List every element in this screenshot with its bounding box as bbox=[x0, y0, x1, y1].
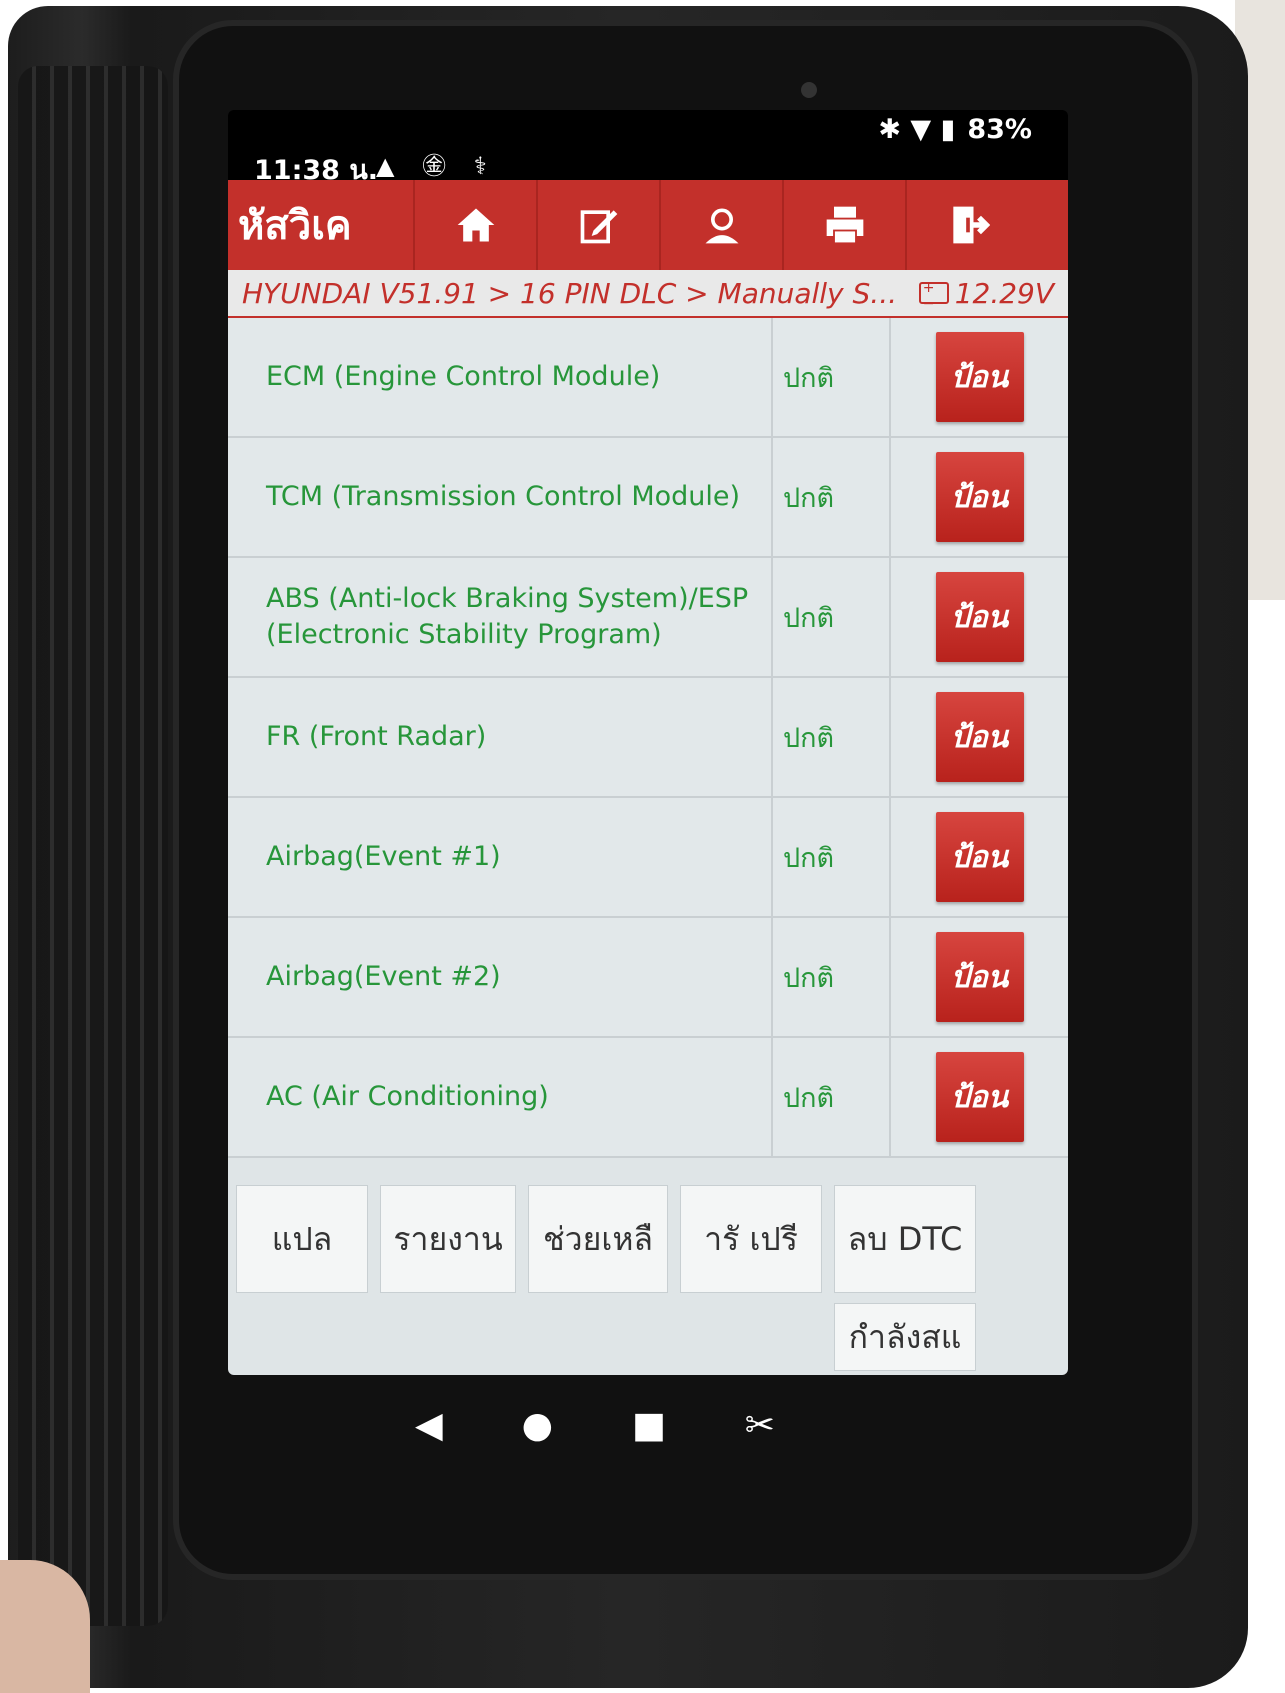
support-button[interactable] bbox=[659, 180, 782, 270]
voltage-display: 12.29V bbox=[918, 276, 1054, 312]
print-icon bbox=[826, 206, 863, 245]
enter-button[interactable]: ป้อน bbox=[935, 572, 1024, 662]
module-row: FR (Front Radar) ปกติ ป้อน bbox=[228, 678, 1068, 798]
android-nav-bar: ◀ ● ■ ✂ bbox=[415, 1395, 775, 1455]
module-row: Airbag(Event #2) ปกติ ป้อน bbox=[228, 918, 1068, 1038]
recent-apps-icon[interactable]: ■ bbox=[632, 1405, 666, 1446]
battery-percent: 83% bbox=[967, 114, 1032, 145]
exit-icon bbox=[952, 206, 990, 244]
exit-button[interactable] bbox=[905, 180, 1028, 270]
tablet-screen: 11:38 น. ▲ ㊎ ⚕ ✱ ▼ ▮ 83% หัสวิเค HYUNDAI… bbox=[228, 110, 1068, 1375]
enter-button[interactable]: ป้อน bbox=[935, 932, 1024, 1022]
module-action-cell: ป้อน bbox=[891, 678, 1068, 796]
support-icon bbox=[705, 208, 738, 244]
module-name: ABS (Anti-lock Braking System)/ESP (Elec… bbox=[228, 558, 773, 676]
status-notification-icons: ▲ ㊎ ⚕ bbox=[376, 152, 497, 180]
module-name: FR (Front Radar) bbox=[228, 678, 773, 796]
enter-button[interactable]: ป้อน bbox=[935, 812, 1024, 902]
module-action-cell: ป้อน bbox=[891, 1038, 1068, 1156]
breadcrumb: HYUNDAI V51.91 > 16 PIN DLC > Manually S… bbox=[242, 276, 898, 310]
bluetooth-wifi-battery-icons: ✱ ▼ ▮ bbox=[878, 114, 956, 145]
module-row: AC (Air Conditioning) ปกติ ป้อน bbox=[228, 1038, 1068, 1158]
module-row: ECM (Engine Control Module) ปกติ ป้อน bbox=[228, 318, 1068, 438]
breadcrumb-bar: HYUNDAI V51.91 > 16 PIN DLC > Manually S… bbox=[228, 270, 1068, 318]
edit-icon bbox=[580, 210, 617, 244]
app-title: หัสวิเค bbox=[238, 203, 352, 249]
enter-button[interactable]: ป้อน bbox=[935, 332, 1024, 422]
voltage-value: 12.29V bbox=[954, 276, 1054, 310]
module-status: ปกติ bbox=[773, 1038, 891, 1156]
front-camera bbox=[801, 82, 817, 98]
edit-button[interactable] bbox=[536, 180, 659, 270]
home-icon bbox=[457, 208, 494, 242]
enter-button[interactable]: ป้อน bbox=[935, 452, 1024, 542]
report-button[interactable]: รายงาน bbox=[380, 1185, 516, 1293]
module-name: ECM (Engine Control Module) bbox=[228, 318, 773, 436]
module-action-cell: ป้อน bbox=[891, 558, 1068, 676]
back-icon[interactable]: ◀ bbox=[415, 1405, 443, 1446]
home-button[interactable] bbox=[413, 180, 536, 270]
module-row: TCM (Transmission Control Module) ปกติ ป… bbox=[228, 438, 1068, 558]
screenshot-icon[interactable]: ✂ bbox=[745, 1405, 775, 1446]
home-nav-icon[interactable]: ● bbox=[522, 1405, 553, 1446]
module-name: Airbag(Event #1) bbox=[228, 798, 773, 916]
module-row: Airbag(Event #1) ปกติ ป้อน bbox=[228, 798, 1068, 918]
module-status: ปกติ bbox=[773, 678, 891, 796]
module-name: TCM (Transmission Control Module) bbox=[228, 438, 773, 556]
module-row: ABS (Anti-lock Braking System)/ESP (Elec… bbox=[228, 558, 1068, 678]
translate-button[interactable]: แปล bbox=[236, 1185, 368, 1293]
print-button[interactable] bbox=[782, 180, 905, 270]
module-status: ปกติ bbox=[773, 558, 891, 676]
status-right: ✱ ▼ ▮ 83% bbox=[878, 114, 1032, 145]
app-toolbar: หัสวิเค bbox=[228, 180, 1068, 270]
module-status: ปกติ bbox=[773, 318, 891, 436]
bottom-toolbar: แปล รายงาน ช่วยเหลื ารั เปรี ลบ DTC กำลั… bbox=[228, 1173, 1068, 1375]
module-action-cell: ป้อน bbox=[891, 798, 1068, 916]
module-action-cell: ป้อน bbox=[891, 438, 1068, 556]
enter-button[interactable]: ป้อน bbox=[935, 692, 1024, 782]
module-status: ปกติ bbox=[773, 798, 891, 916]
help-button[interactable]: ช่วยเหลื bbox=[528, 1185, 668, 1293]
module-name: Airbag(Event #2) bbox=[228, 918, 773, 1036]
module-name: AC (Air Conditioning) bbox=[228, 1038, 773, 1156]
car-battery-icon bbox=[918, 280, 949, 312]
clear-dtc-button[interactable]: ลบ DTC bbox=[834, 1185, 976, 1293]
enter-button[interactable]: ป้อน bbox=[935, 1052, 1024, 1142]
module-list: ECM (Engine Control Module) ปกติ ป้อน TC… bbox=[228, 318, 1068, 1173]
module-action-cell: ป้อน bbox=[891, 918, 1068, 1036]
device-grip bbox=[18, 66, 168, 1626]
module-action-cell: ป้อน bbox=[891, 318, 1068, 436]
module-status: ปกติ bbox=[773, 438, 891, 556]
module-status: ปกติ bbox=[773, 918, 891, 1036]
scanning-button[interactable]: กำลังสแ bbox=[834, 1303, 976, 1371]
preview-button[interactable]: ารั เปรี bbox=[680, 1185, 822, 1293]
status-bar: 11:38 น. ▲ ㊎ ⚕ ✱ ▼ ▮ 83% bbox=[228, 110, 1068, 186]
